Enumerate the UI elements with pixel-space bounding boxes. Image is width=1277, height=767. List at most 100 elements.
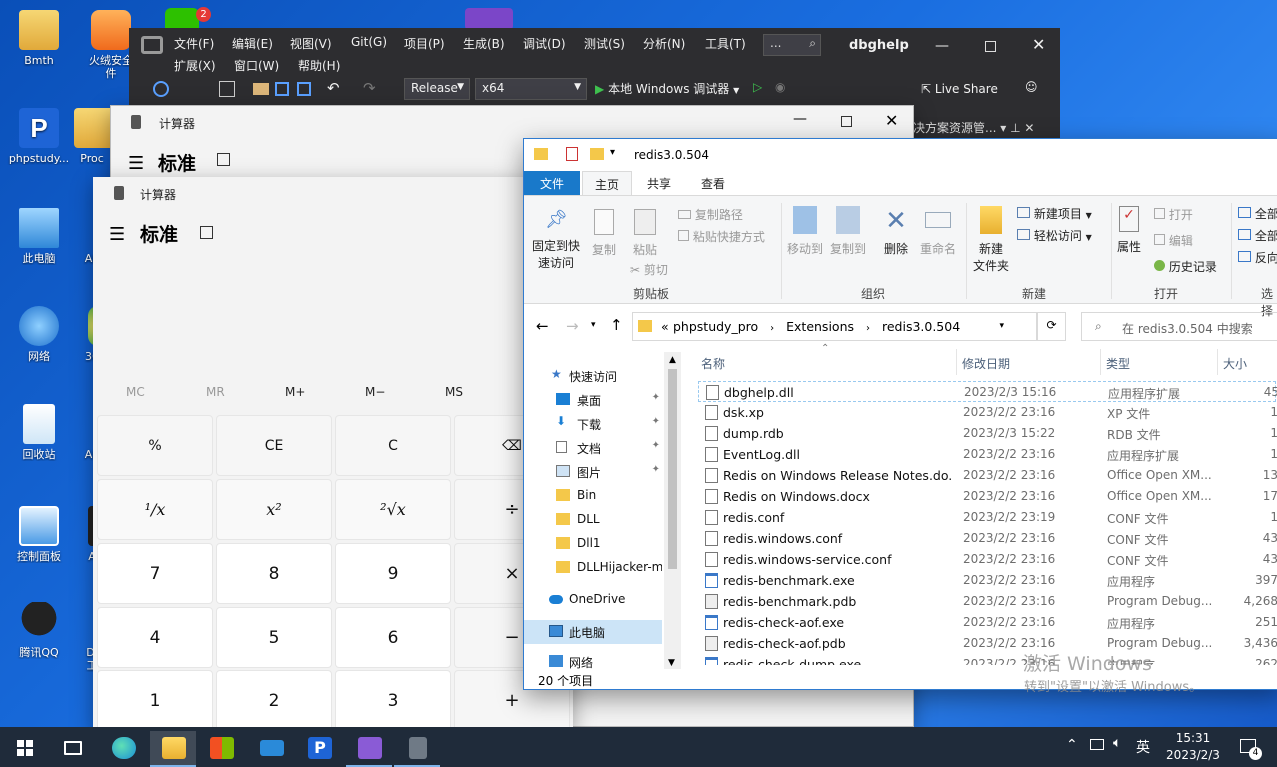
select-none-button[interactable]: 全部 (1238, 227, 1277, 244)
save-icon[interactable] (275, 82, 289, 96)
select-all-button[interactable]: 全部 (1238, 205, 1277, 222)
clock[interactable]: 15:31 2023/2/3 (1160, 730, 1226, 764)
digit-6-button[interactable]: 6 (335, 607, 451, 668)
rename-button[interactable]: 重命名 (918, 206, 958, 257)
column-divider[interactable] (1217, 349, 1218, 375)
cut-button[interactable]: ✂ 剪切 (630, 261, 668, 278)
vs-menu-extensions[interactable]: 扩展(X) (174, 57, 216, 74)
reciprocal-button[interactable]: ¹/x (97, 479, 213, 540)
vs-menu-build[interactable]: 生成(B) (463, 35, 505, 52)
column-divider[interactable] (1100, 349, 1101, 375)
taskbar-mail[interactable] (248, 731, 294, 767)
desktop-icon-recycle-bin[interactable]: 回收站 (2, 404, 76, 461)
ribbon-tab-share[interactable]: 共享 (635, 171, 683, 195)
desktop-icon-qq[interactable]: 腾讯QQ (2, 602, 76, 659)
minimize-icon[interactable]: — (935, 38, 949, 54)
file-row[interactable]: dsk.xp 2023/2/2 23:16 XP 文件 1 (698, 402, 1277, 423)
solution-explorer-tab[interactable]: 决方案资源管... ▾ ⊥ ✕ (911, 116, 1060, 138)
nav-documents[interactable]: 文档 ✦ (524, 436, 662, 460)
chevron-down-icon[interactable]: ▾ (999, 321, 1004, 331)
notification-center-button[interactable]: 4 (1236, 735, 1262, 761)
move-to-button[interactable]: 移动到 (785, 206, 825, 257)
vs-menu-view[interactable]: 视图(V) (290, 35, 332, 52)
minimize-icon[interactable]: — (793, 111, 807, 127)
nav-onedrive[interactable]: OneDrive (524, 588, 662, 612)
hamburger-menu-icon[interactable]: ☰ (128, 153, 144, 174)
nav-folder-dll[interactable]: DLL (524, 508, 662, 532)
file-row[interactable]: Redis on Windows.docx 2023/2/2 23:16 Off… (698, 486, 1277, 507)
taskbar-phpstudy[interactable]: P (296, 731, 342, 767)
open-folder-icon[interactable] (253, 83, 269, 95)
feedback-icon[interactable]: ☺ (1025, 80, 1038, 94)
digit-2-button[interactable]: 2 (216, 670, 332, 730)
memory-store-button[interactable]: MS (445, 385, 463, 399)
up-button[interactable]: ↑ (610, 316, 623, 334)
vs-desktop-partial-icon[interactable] (465, 8, 513, 30)
platform-dropdown[interactable]: x64 ▼ (475, 78, 587, 100)
copy-button[interactable]: 复制 (588, 209, 620, 258)
file-row[interactable]: redis-check-aof.pdb 2023/2/2 23:16 Progr… (698, 633, 1277, 654)
file-row[interactable]: redis-benchmark.pdb 2023/2/2 23:16 Progr… (698, 591, 1277, 612)
recent-locations-icon[interactable]: ▾ (591, 320, 596, 330)
digit-1-button[interactable]: 1 (97, 670, 213, 730)
breadcrumb-extensions[interactable]: Extensions (786, 319, 854, 334)
desktop-icon-proc[interactable]: Proc (74, 108, 110, 165)
breadcrumb-overflow[interactable]: « (661, 319, 669, 334)
digit-8-button[interactable]: 8 (216, 543, 332, 604)
column-divider[interactable] (956, 349, 957, 375)
memory-clear-button[interactable]: MC (126, 385, 145, 399)
desktop-icon-network[interactable]: 网络 (2, 306, 76, 363)
network-status-icon[interactable] (1090, 739, 1104, 750)
digit-4-button[interactable]: 4 (97, 607, 213, 668)
file-row[interactable]: redis.windows-service.conf 2023/2/2 23:1… (698, 549, 1277, 570)
keep-on-top-icon[interactable] (217, 153, 230, 166)
file-row[interactable]: Redis on Windows Release Notes.do... 202… (698, 465, 1277, 486)
refresh-button[interactable]: ⟳ (1037, 312, 1066, 341)
vs-menu-help[interactable]: 帮助(H) (298, 57, 340, 74)
square-root-button[interactable]: ²√x (335, 479, 451, 540)
invert-selection-button[interactable]: 反向 (1238, 249, 1277, 266)
close-icon[interactable]: ✕ (1032, 35, 1045, 54)
start-debug-button[interactable]: ▶ 本地 Windows 调试器 ▼ (595, 80, 739, 97)
scroll-thumb[interactable] (668, 369, 677, 569)
memory-add-button[interactable]: M+ (285, 385, 305, 399)
nav-desktop[interactable]: 桌面 ✦ (524, 388, 662, 412)
address-bar[interactable]: « phpstudy_pro › Extensions › redis3.0.5… (632, 312, 1037, 341)
forward-button[interactable]: → (566, 317, 579, 335)
file-row[interactable]: dbghelp.dll 2023/2/3 15:16 应用程序扩展 45 (698, 381, 1277, 402)
maximize-icon[interactable] (841, 116, 852, 127)
percent-button[interactable]: % (97, 415, 213, 476)
taskbar-calculator[interactable] (394, 731, 440, 767)
paste-button[interactable]: 粘贴 (628, 209, 662, 258)
digit-7-button[interactable]: 7 (97, 543, 213, 604)
file-row[interactable]: redis-check-dump.exe 2023/2/2 23:16 应用程序… (698, 654, 1277, 665)
keep-on-top-icon[interactable] (200, 226, 213, 239)
copy-path-button[interactable]: 复制路径 (678, 206, 743, 223)
new-folder-button[interactable]: 新建 文件夹 (971, 206, 1011, 274)
taskbar-file-explorer[interactable] (150, 731, 196, 767)
nav-downloads[interactable]: ⬇ 下载 ✦ (524, 412, 662, 436)
digit-3-button[interactable]: 3 (335, 670, 451, 730)
nav-scrollbar[interactable]: ▲ ▼ (664, 352, 681, 672)
save-all-icon[interactable] (297, 82, 311, 96)
nav-pictures[interactable]: 图片 ✦ (524, 460, 662, 484)
nav-quick-access[interactable]: ★ 快速访问 (524, 364, 662, 388)
hot-reload-icon[interactable]: ◉ (775, 80, 785, 94)
back-nav-icon[interactable] (153, 81, 169, 97)
vs-menu-debug[interactable]: 调试(D) (523, 35, 566, 52)
easy-access-button[interactable]: 轻松访问 ▼ (1017, 227, 1092, 244)
redo-icon[interactable]: ↷ (363, 79, 376, 97)
paste-shortcut-button[interactable]: 粘贴快捷方式 (678, 228, 765, 245)
ribbon-tab-home[interactable]: 主页 (582, 171, 633, 195)
digit-9-button[interactable]: 9 (335, 543, 451, 604)
scroll-up-icon[interactable]: ▲ (664, 352, 681, 365)
scroll-down-icon[interactable]: ▼ (668, 658, 675, 668)
nav-folder-dll1[interactable]: Dll1 (524, 532, 662, 556)
nav-folder-bin[interactable]: Bin (524, 484, 662, 508)
taskbar-visual-studio[interactable] (346, 731, 392, 767)
digit-5-button[interactable]: 5 (216, 607, 332, 668)
config-dropdown[interactable]: Release ▼ (404, 78, 470, 100)
customize-qat-icon[interactable]: ▾ (610, 147, 615, 158)
properties-button[interactable]: ✓ 属性 (1114, 206, 1144, 255)
start-without-debug-icon[interactable]: ▷ (753, 80, 762, 94)
